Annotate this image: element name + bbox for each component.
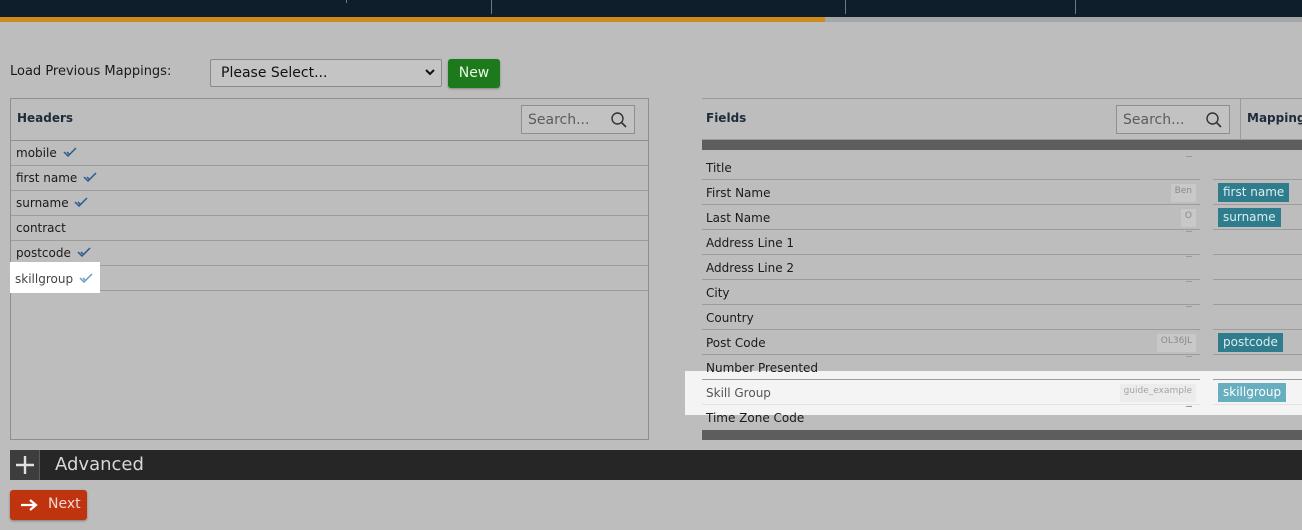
- mapping-cell[interactable]: [1213, 230, 1302, 255]
- header-item-label: contract: [16, 221, 66, 235]
- headers-panel: Headers Search... mobile first name surn…: [10, 98, 649, 440]
- field-row[interactable]: Title: [702, 155, 1200, 180]
- field-row[interactable]: Address Line 1: [702, 230, 1200, 255]
- empty-sample-marker: [1186, 281, 1192, 282]
- empty-sample-marker: [1186, 256, 1192, 257]
- check-icon: [77, 247, 91, 257]
- step-divider: [491, 0, 492, 14]
- mapping-cell[interactable]: surname: [1213, 205, 1302, 230]
- field-label: Address Line 2: [706, 261, 795, 275]
- check-icon: [63, 147, 77, 157]
- arrow-right-icon: [21, 499, 38, 511]
- mapping-cell[interactable]: [1213, 305, 1302, 330]
- headers-search-input[interactable]: Search...: [521, 105, 635, 134]
- field-label: Number Presented: [706, 361, 819, 375]
- step-divider: [1075, 0, 1076, 14]
- field-label: First Name: [706, 186, 771, 200]
- check-icon: [83, 172, 97, 182]
- field-label: Time Zone Code: [706, 411, 805, 425]
- mapping-tag[interactable]: first name: [1218, 183, 1290, 202]
- headers-search-placeholder: Search...: [528, 112, 590, 128]
- advanced-label: Advanced: [55, 454, 144, 475]
- fields-bottom-divider: [702, 430, 1302, 440]
- mapping-cell[interactable]: postcode: [1213, 330, 1302, 355]
- field-row[interactable]: Time Zone Code: [702, 405, 1200, 430]
- empty-sample-marker: [1186, 406, 1192, 407]
- field-sample-value: OL36JL: [1156, 334, 1196, 352]
- check-icon: [79, 273, 93, 283]
- header-item-highlighted[interactable]: skillgroup: [10, 262, 100, 293]
- empty-sample-marker: [1186, 306, 1192, 307]
- header-item-label: first name: [16, 171, 78, 185]
- header-item-label: skillgroup: [15, 272, 74, 286]
- step-progress-bar: [0, 0, 1302, 17]
- header-item[interactable]: surname: [11, 191, 648, 216]
- field-row[interactable]: City: [702, 280, 1200, 305]
- mappings-select[interactable]: Please Select...: [210, 59, 442, 87]
- header-item[interactable]: postcode: [11, 241, 648, 266]
- next-button-label: Next: [48, 496, 81, 512]
- fields-search-placeholder: Search...: [1123, 112, 1185, 128]
- load-mappings-label: Load Previous Mappings:: [10, 64, 172, 79]
- field-row[interactable]: First Name Ben: [702, 180, 1200, 205]
- progress-track: [0, 17, 1302, 22]
- fields-panel-header: Fields Search... Mapping: [702, 98, 1302, 140]
- field-sample-value: guide_example: [1119, 384, 1196, 402]
- field-row[interactable]: Country: [702, 305, 1200, 330]
- field-row-highlighted[interactable]: Skill Group guide_example: [702, 380, 1200, 405]
- field-label: City: [706, 286, 730, 300]
- empty-sample-marker: [1186, 156, 1192, 157]
- empty-sample-marker: [1186, 356, 1192, 357]
- mapping-tag[interactable]: skillgroup: [1218, 383, 1287, 402]
- fields-title: Fields: [706, 111, 747, 125]
- mapping-tag[interactable]: surname: [1218, 208, 1281, 227]
- mapping-cell[interactable]: [1213, 255, 1302, 280]
- check-icon: [74, 197, 88, 207]
- mapping-cell[interactable]: [1213, 280, 1302, 305]
- field-label: Country: [706, 311, 754, 325]
- headers-title: Headers: [17, 111, 74, 125]
- mapping-tag[interactable]: postcode: [1218, 333, 1283, 352]
- progress-fill: [0, 17, 826, 22]
- field-row[interactable]: Address Line 2: [702, 255, 1200, 280]
- fields-top-divider: [702, 140, 1302, 150]
- search-icon[interactable]: [610, 111, 628, 129]
- new-mapping-button[interactable]: New: [448, 59, 500, 88]
- empty-sample-marker: [1186, 231, 1192, 232]
- field-label: Skill Group: [706, 386, 771, 400]
- step-divider: [346, 0, 347, 3]
- header-item[interactable]: mobile: [11, 141, 648, 166]
- headers-panel-header: Headers Search...: [11, 99, 648, 141]
- header-item-label: postcode: [16, 246, 71, 260]
- field-row[interactable]: Post Code OL36JL: [702, 330, 1200, 355]
- field-sample-value: O: [1180, 209, 1196, 227]
- mapping-column-header: Mapping: [1240, 99, 1302, 140]
- header-item-label: surname: [16, 196, 69, 210]
- fields-search-input[interactable]: Search...: [1116, 105, 1230, 134]
- header-item[interactable]: [11, 266, 648, 291]
- mapping-cell-highlighted[interactable]: skillgroup: [1213, 380, 1302, 405]
- field-row[interactable]: Last Name O: [702, 205, 1200, 230]
- mapping-cell[interactable]: [1213, 155, 1302, 180]
- advanced-section-toggle[interactable]: Advanced: [10, 450, 1302, 480]
- mappings-select-value: Please Select...: [221, 65, 328, 81]
- field-sample-value: Ben: [1170, 184, 1196, 202]
- field-label: Title: [706, 161, 732, 175]
- header-item[interactable]: first name: [11, 166, 648, 191]
- chevron-down-icon: [425, 69, 435, 76]
- field-label: Last Name: [706, 211, 771, 225]
- search-icon[interactable]: [1205, 111, 1223, 129]
- header-item-label: mobile: [16, 146, 57, 160]
- field-label: Post Code: [706, 336, 766, 350]
- header-item[interactable]: contract: [11, 216, 648, 241]
- mapping-cell[interactable]: first name: [1213, 180, 1302, 205]
- mapping-cell[interactable]: [1213, 405, 1302, 430]
- next-button[interactable]: Next: [10, 490, 87, 520]
- step-divider: [845, 0, 846, 14]
- mapping-cell[interactable]: [1213, 355, 1302, 380]
- plus-icon[interactable]: [10, 450, 40, 480]
- field-row[interactable]: Number Presented: [702, 355, 1200, 380]
- field-label: Address Line 1: [706, 236, 795, 250]
